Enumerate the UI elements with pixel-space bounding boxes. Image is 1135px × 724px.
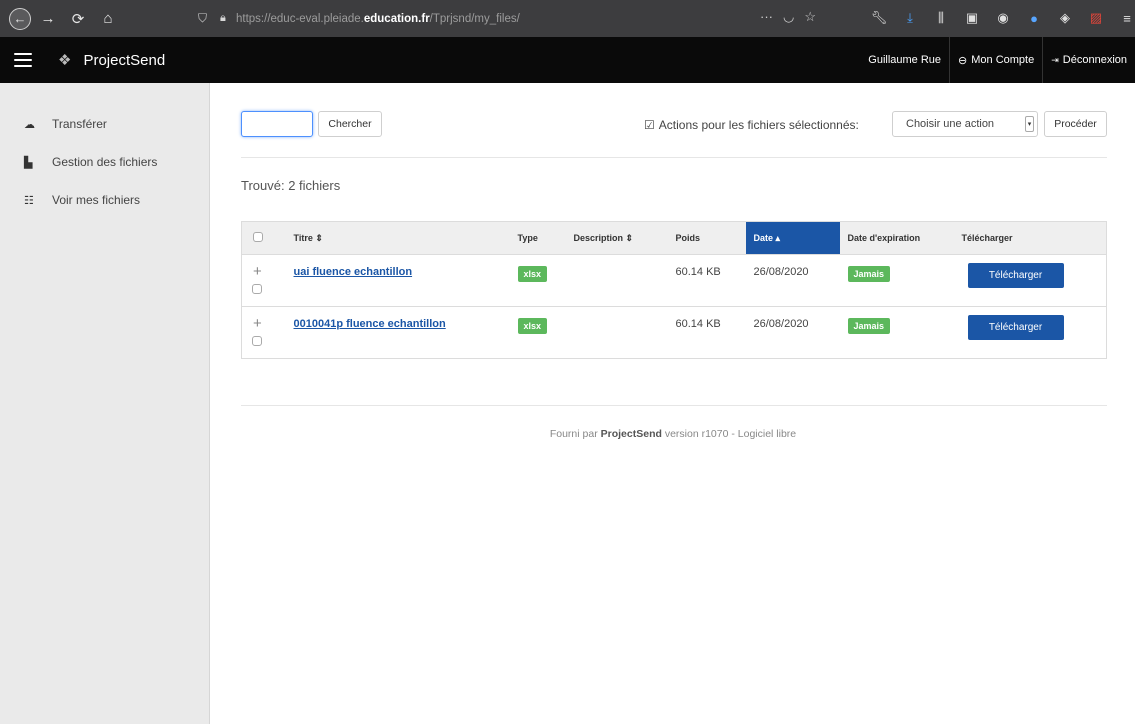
row-checkbox[interactable] [252, 336, 262, 346]
select-all-checkbox[interactable] [253, 232, 263, 242]
bulk-actions-label: ☑ Actions pour les fichiers sélectionnés… [644, 118, 859, 132]
expand-plus-icon[interactable]: + [253, 316, 286, 331]
footer: Fourni par ProjectSend version r1070 - L… [549, 428, 797, 440]
brand-name: ProjectSend [83, 51, 166, 69]
main-content: Chercher ☑ Actions pour les fichiers sél… [211, 83, 1135, 724]
column-download: Télécharger [953, 221, 1107, 255]
table-row: + 0010041p fluence echantillon xlsx 60.1… [241, 306, 1107, 359]
logout-icon: ⇥ [1051, 54, 1059, 65]
download-button[interactable]: Télécharger [967, 315, 1064, 340]
more-icon[interactable]: ··· [760, 9, 773, 25]
account-link[interactable]: ⊖ Mon Compte [950, 37, 1042, 83]
sidebar-item-manage-files[interactable]: ▙ Gestion des fichiers [0, 143, 209, 181]
sidebar: ☁ Transférer ▙ Gestion des fichiers ☷ Vo… [0, 83, 210, 724]
proceed-button[interactable]: Procéder [1044, 111, 1107, 137]
file-description [565, 306, 668, 359]
divider [241, 405, 1107, 406]
hamburger-menu-icon[interactable] [14, 53, 32, 67]
extension-icon[interactable]: ◉ [994, 8, 1012, 28]
sidebar-item-my-files[interactable]: ☷ Voir mes fichiers [0, 181, 209, 219]
expiration-badge: Jamais [847, 266, 891, 282]
reload-icon[interactable]: ⟳ [65, 6, 91, 32]
library-icon[interactable]: ⫼ [932, 8, 950, 28]
bulk-action-select[interactable]: Choisir une action ▾ [892, 111, 1038, 137]
cloud-upload-icon: ☁ [24, 118, 35, 131]
user-name: Guillaume Rue [868, 54, 942, 66]
file-size: 60.14 KB [667, 306, 746, 359]
download-icon[interactable]: ⤓ [901, 8, 919, 28]
home-icon[interactable]: ⌂ [95, 6, 121, 32]
file-title-link[interactable]: uai fluence echantillon [294, 266, 413, 278]
file-date: 26/08/2020 [745, 306, 840, 359]
file-type-badge: xlsx [517, 318, 548, 334]
addon-icon[interactable]: ◈ [1056, 8, 1074, 28]
shield-icon: ⛉ [198, 11, 208, 25]
wrench-icon[interactable]: 🔧︎ [870, 8, 888, 28]
download-button[interactable]: Télécharger [967, 263, 1064, 288]
expiration-badge: Jamais [847, 318, 891, 334]
expand-plus-icon[interactable]: + [253, 264, 286, 279]
file-date: 26/08/2020 [745, 254, 840, 307]
file-type-badge: xlsx [517, 266, 548, 282]
pdf-addon-icon[interactable]: ▨ [1087, 8, 1105, 28]
url-text: https://educ-eval.pleiade.education.fr/T… [236, 12, 520, 25]
file-icon: ▙ [24, 156, 33, 169]
file-size: 60.14 KB [667, 254, 746, 307]
select-arrows-icon: ▾ [1025, 116, 1034, 132]
sidebar-item-upload[interactable]: ☁ Transférer [0, 105, 209, 143]
user-circle-icon: ⊖ [958, 54, 968, 67]
back-arrow-icon[interactable]: ← [9, 7, 31, 30]
file-description [565, 254, 668, 307]
logout-link[interactable]: ⇥ Déconnexion [1043, 37, 1135, 83]
divider [241, 157, 1107, 158]
checkbox-edit-icon: ☑ [644, 118, 655, 132]
globe-extension-icon[interactable]: ● [1025, 8, 1043, 28]
files-table: Titre ⇕ Type Description ⇕ Poids Date ▴ … [241, 221, 1107, 359]
column-size: Poids [667, 221, 746, 255]
column-date[interactable]: Date ▴ [745, 221, 840, 255]
search-input[interactable] [241, 111, 313, 137]
footer-brand-link[interactable]: ProjectSend [601, 428, 662, 440]
file-title-link[interactable]: 0010041p fluence echantillon [294, 318, 446, 330]
menu-icon[interactable]: ≡ [1118, 8, 1135, 28]
search-button[interactable]: Chercher [318, 111, 382, 137]
lock-icon: 🔒︎ [220, 12, 226, 24]
logo-icon: ❖ [58, 52, 72, 69]
row-checkbox[interactable] [252, 284, 262, 294]
pocket-icon[interactable]: ◡ [783, 9, 794, 25]
column-title[interactable]: Titre ⇕ [285, 221, 510, 255]
forward-arrow-icon[interactable]: → [35, 6, 61, 32]
bookmark-star-icon[interactable]: ☆ [804, 9, 816, 25]
table-row: + uai fluence echantillon xlsx 60.14 KB … [241, 254, 1107, 307]
sidebar-toggle-icon[interactable]: ▣ [963, 8, 981, 28]
address-bar[interactable]: ⛉ 🔒︎ https://educ-eval.pleiade.education… [196, 6, 828, 31]
select-all-header [241, 221, 286, 255]
column-type: Type [509, 221, 566, 255]
app-header: ❖ ProjectSend Guillaume Rue ⊖ Mon Compte … [0, 37, 1135, 83]
result-count: Trouvé: 2 fichiers [241, 178, 341, 193]
list-icon: ☷ [24, 194, 34, 207]
browser-toolbar: ← → ⟳ ⌂ ⛉ 🔒︎ https://educ-eval.pleiade.e… [0, 0, 1135, 37]
column-expiration: Date d'expiration [839, 221, 954, 255]
column-description[interactable]: Description ⇕ [565, 221, 668, 255]
